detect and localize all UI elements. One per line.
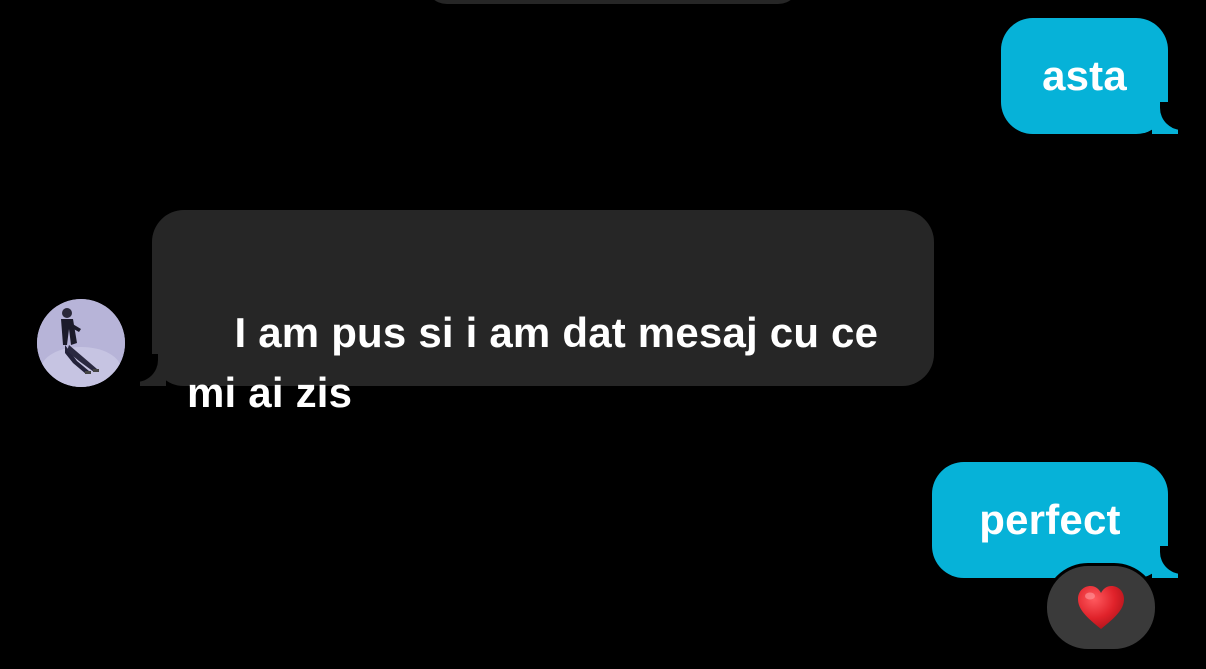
contact-avatar[interactable] <box>37 299 125 387</box>
message-text: perfect <box>979 496 1121 543</box>
bubble-tail <box>1152 102 1186 134</box>
previous-message-bubble[interactable] <box>425 0 800 4</box>
reaction-badge[interactable] <box>1044 563 1158 652</box>
message-text: I am pus si i am dat mesaj cu ce mi ai z… <box>187 309 879 416</box>
heart-emoji-icon <box>1078 585 1124 629</box>
avatar-photo-icon <box>37 299 125 387</box>
incoming-message-bubble[interactable]: I am pus si i am dat mesaj cu ce mi ai z… <box>152 210 934 416</box>
bubble-tail <box>132 354 166 386</box>
outgoing-message-bubble[interactable]: perfect <box>932 462 1168 578</box>
chat-thread: asta I am pus si i am dat mesaj cu ce mi… <box>0 0 1206 669</box>
bubble-tail <box>1152 546 1186 578</box>
message-text: asta <box>1042 52 1127 99</box>
outgoing-message-bubble[interactable]: asta <box>1001 18 1168 134</box>
